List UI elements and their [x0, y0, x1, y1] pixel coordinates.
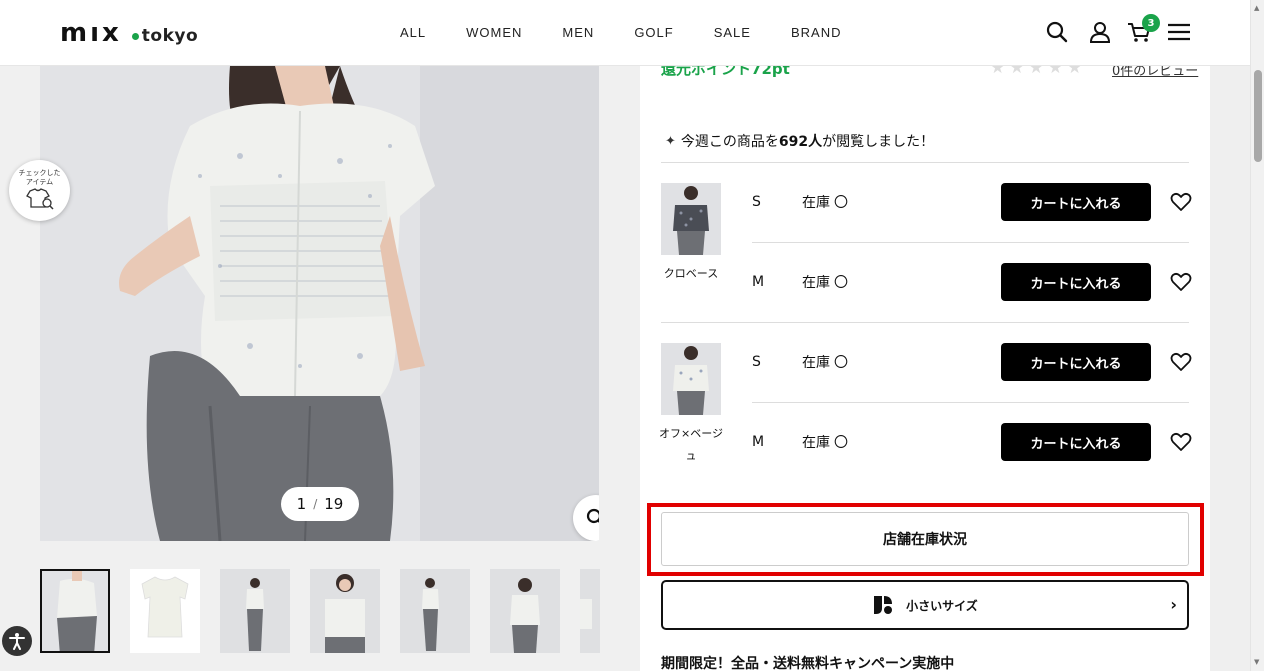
stock-mark: 〇 — [834, 275, 848, 291]
site-header: mıx tokyo ALL WOMEN MEN GOLF SALE BRAND — [0, 0, 1250, 66]
stock-label: 在庫 — [802, 195, 830, 211]
size-row: S 在庫〇 カートに入れる — [752, 162, 1192, 242]
logo-sub: tokyo — [141, 26, 199, 46]
weekly-views-notice: ✦ 今週この商品を 692人 が閲覧しました！ — [665, 131, 934, 151]
pager-total: 19 — [324, 495, 344, 513]
add-to-cart-button[interactable]: カートに入れる — [1001, 263, 1151, 301]
nav-women[interactable]: WOMEN — [466, 25, 522, 40]
size-row: S 在庫〇 カートに入れる — [752, 322, 1192, 402]
scrollbar-thumb[interactable] — [1254, 70, 1262, 162]
zoom-icon — [586, 508, 599, 524]
stock-status: 在庫〇 — [802, 352, 848, 372]
site-logo[interactable]: mıx tokyo — [60, 18, 198, 48]
color-name: オフ×ベージュ — [659, 427, 723, 462]
pager-separator: / — [313, 497, 318, 511]
product-panel: 還元ポイント72pt ★★★★★ 0件のレビュー ✦ 今週この商品を 692人 が閲… — [640, 66, 1210, 671]
nav-sale[interactable]: SALE — [714, 25, 751, 40]
checked-items-button[interactable]: チェックした アイテム — [9, 160, 70, 221]
sparkle-icon: ✦ — [665, 133, 676, 149]
menu-icon[interactable] — [1166, 19, 1192, 45]
views-count: 692人 — [778, 134, 823, 150]
color-name: クロベース — [663, 267, 719, 280]
main-nav: ALL WOMEN MEN GOLF SALE BRAND — [400, 25, 881, 40]
stock-label: 在庫 — [802, 355, 830, 371]
size-row: M 在庫〇 カートに入れる — [752, 402, 1192, 482]
reward-points: 還元ポイント72pt — [661, 66, 790, 78]
account-icon[interactable] — [1087, 19, 1113, 45]
store-stock-button[interactable]: 店舗在庫状況 — [661, 512, 1189, 566]
size-brand-icon — [872, 594, 894, 616]
accessibility-button[interactable] — [2, 626, 32, 656]
thumbnail-7[interactable] — [580, 569, 600, 653]
color-thumbnail[interactable] — [661, 183, 721, 255]
stock-status: 在庫〇 — [802, 272, 848, 292]
stock-mark: 〇 — [834, 355, 848, 371]
thumbnail-strip — [40, 569, 600, 653]
add-to-cart-button[interactable]: カートに入れる — [1001, 343, 1151, 381]
nav-men[interactable]: MEN — [562, 25, 594, 40]
checked-items-icon — [25, 188, 54, 210]
nav-golf[interactable]: GOLF — [634, 25, 673, 40]
size-guide-button[interactable]: 小さいサイズ › — [661, 580, 1189, 630]
views-prefix: 今週この商品を — [680, 134, 779, 150]
stock-mark: 〇 — [834, 195, 848, 211]
size-label: M — [752, 274, 765, 290]
add-to-cart-button[interactable]: カートに入れる — [1001, 183, 1151, 221]
favorite-heart-icon[interactable] — [1170, 351, 1192, 373]
reviews-link[interactable]: 0件のレビュー — [1112, 66, 1198, 79]
color-thumbnail[interactable] — [661, 343, 721, 415]
favorite-heart-icon[interactable] — [1170, 191, 1192, 213]
thumbnail-6[interactable] — [490, 569, 560, 653]
accessibility-icon — [9, 633, 25, 650]
checked-items-label: チェックした アイテム — [18, 169, 61, 186]
thumbnail-2[interactable] — [130, 569, 200, 653]
logo-main: mıx — [60, 18, 122, 48]
add-to-cart-button[interactable]: カートに入れる — [1001, 423, 1151, 461]
stock-status: 在庫〇 — [802, 432, 848, 452]
search-icon[interactable] — [1044, 19, 1070, 45]
favorite-heart-icon[interactable] — [1170, 271, 1192, 293]
scroll-down-arrow-icon[interactable]: ▼ — [1254, 658, 1259, 666]
stock-status: 在庫〇 — [802, 192, 848, 212]
thumbnail-5[interactable] — [400, 569, 470, 653]
pager-current: 1 — [296, 495, 307, 513]
page-scrollbar[interactable]: ▲ ▼ — [1250, 0, 1264, 671]
campaign-banner-text: 期間限定！全品・送料無料キャンペーン実施中 — [661, 656, 955, 671]
scroll-up-arrow-icon[interactable]: ▲ — [1254, 4, 1259, 12]
size-label: S — [752, 194, 761, 210]
size-label: S — [752, 354, 761, 370]
size-label: M — [752, 434, 765, 450]
cart-count-badge: 3 — [1142, 14, 1160, 32]
stock-mark: 〇 — [834, 435, 848, 451]
thumbnail-3[interactable] — [220, 569, 290, 653]
logo-dot — [131, 33, 139, 40]
nav-brand[interactable]: BRAND — [791, 25, 842, 40]
rating-stars: ★★★★★ — [990, 66, 1087, 78]
size-guide-label: 小さいサイズ — [906, 598, 978, 613]
product-main-image[interactable] — [40, 66, 599, 541]
thumbnail-1[interactable] — [40, 569, 110, 653]
nav-all[interactable]: ALL — [400, 25, 426, 40]
chevron-right-icon: › — [1170, 595, 1177, 614]
favorite-heart-icon[interactable] — [1170, 431, 1192, 453]
stock-label: 在庫 — [802, 275, 830, 291]
size-row: M 在庫〇 カートに入れる — [752, 242, 1192, 322]
views-suffix: が閲覧しました！ — [822, 134, 935, 150]
thumbnail-4[interactable] — [310, 569, 380, 653]
image-pager: 1 / 19 — [281, 487, 359, 521]
stock-label: 在庫 — [802, 435, 830, 451]
